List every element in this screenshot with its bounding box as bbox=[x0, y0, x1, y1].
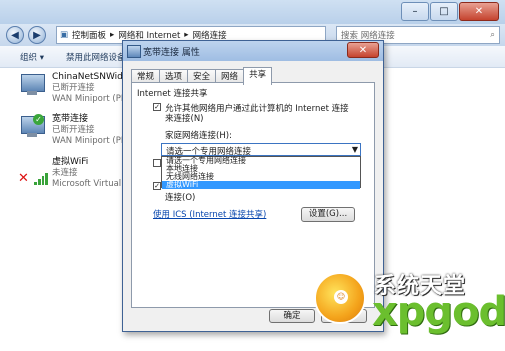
network-adapter-icon bbox=[18, 74, 46, 100]
folder-icon: ▣ bbox=[60, 30, 69, 40]
connection-item[interactable]: ✕ 虚拟WiFi 未连接 Microsoft Virtual WiFi Mini… bbox=[18, 157, 215, 195]
maximize-button[interactable]: □ bbox=[430, 2, 458, 21]
home-network-label: 家庭网络连接(H): bbox=[165, 131, 232, 141]
address-part[interactable]: 控制面板 bbox=[72, 29, 106, 41]
tab-sharing[interactable]: 共享 bbox=[243, 67, 273, 85]
allow-control-label-2: 连接(O) bbox=[165, 193, 196, 203]
dialog-titlebar: 宽带连接 属性 bbox=[123, 41, 383, 61]
minimize-button[interactable]: – bbox=[401, 2, 429, 21]
back-arrow-icon[interactable]: ◀ bbox=[6, 26, 24, 44]
ok-button[interactable]: 确定 bbox=[269, 309, 315, 323]
dialog-close-button[interactable]: ✕ bbox=[347, 42, 379, 58]
allow-access-checkbox[interactable] bbox=[153, 159, 161, 167]
settings-button[interactable]: 设置(G)... bbox=[301, 207, 355, 222]
watermark-brand: xpgod bbox=[372, 289, 505, 335]
allow-share-checkbox[interactable]: ✓ bbox=[153, 103, 161, 111]
home-network-select[interactable]: 请选一个专用网络连接 ▼ bbox=[161, 143, 361, 157]
search-icon[interactable]: ⌕ bbox=[490, 30, 495, 40]
home-network-dropdown[interactable]: 请选一个专用网络连接 本地连接 无线网络连接 虚拟WiFi bbox=[161, 156, 361, 189]
ics-help-link[interactable]: 使用 ICS (Internet 连接共享) bbox=[153, 208, 266, 220]
network-adapter-icon: ✓ bbox=[18, 114, 46, 142]
wifi-signal-icon: ✕ bbox=[18, 159, 48, 186]
close-button[interactable]: ✕ bbox=[459, 2, 499, 21]
disconnected-x-icon: ✕ bbox=[18, 171, 29, 186]
connected-check-icon: ✓ bbox=[33, 114, 44, 125]
watermark-face-icon: ☺ bbox=[334, 290, 348, 304]
dropdown-option-selected[interactable]: 虚拟WiFi bbox=[162, 181, 360, 189]
connection-item[interactable]: ✓ 宽带连接 已断开连接 WAN Miniport (PPPOE) bbox=[18, 114, 146, 152]
chevron-down-icon[interactable]: ▼ bbox=[352, 145, 358, 154]
allow-control-checkbox[interactable]: ✓ bbox=[153, 182, 161, 190]
tab-bar: 常规 选项 安全 网络 共享 bbox=[131, 67, 273, 85]
allow-share-label-2: 来连接(N) bbox=[165, 114, 204, 124]
network-connection-icon bbox=[127, 45, 141, 58]
window-controls: – □ ✕ bbox=[401, 2, 499, 21]
disable-device-button[interactable]: 禁用此网络设备 bbox=[66, 51, 126, 63]
forward-arrow-icon[interactable]: ▶ bbox=[28, 26, 46, 44]
group-title: Internet 连接共享 bbox=[137, 89, 208, 99]
connection-item[interactable]: ChinaNetSNWide 已断开连接 WAN Miniport (PPPOE… bbox=[18, 72, 146, 110]
dialog-title: 宽带连接 属性 bbox=[143, 48, 200, 58]
organize-button[interactable]: 组织 ▾ bbox=[20, 51, 44, 63]
